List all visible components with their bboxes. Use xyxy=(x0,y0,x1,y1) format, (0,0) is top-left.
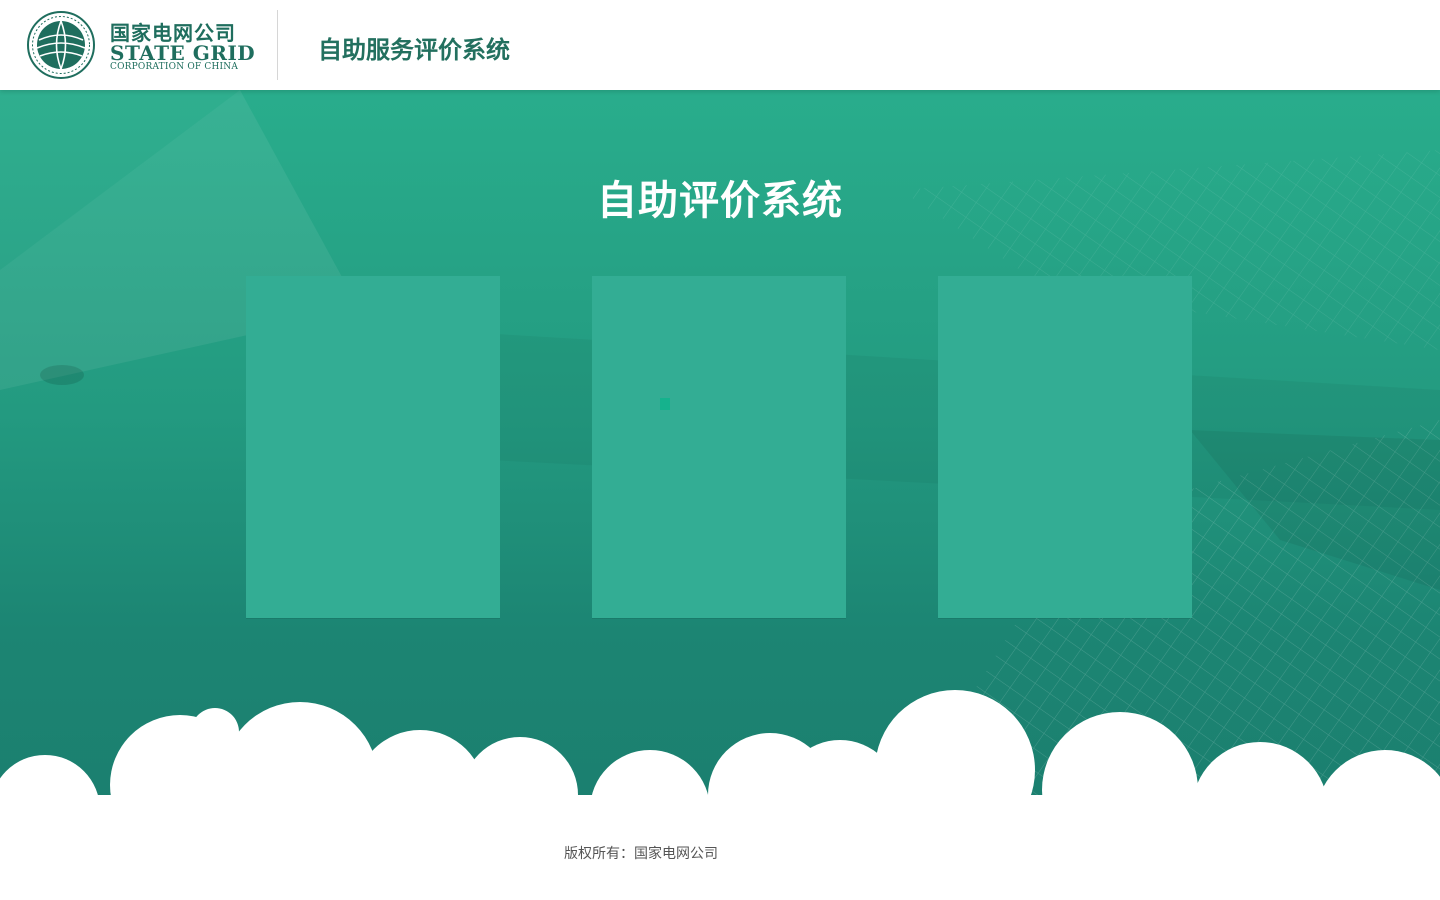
top-header: 国家电网公司 STATE GRID CORPORATION OF CHINA 自… xyxy=(0,0,1440,90)
evaluation-card-3[interactable] xyxy=(938,276,1192,618)
cloud-decoration xyxy=(0,690,1440,820)
state-grid-logo-icon xyxy=(27,11,95,79)
evaluation-card-2[interactable] xyxy=(592,276,846,618)
system-title: 自助评价系统 xyxy=(597,178,843,224)
header-title: 自助服务评价系统 xyxy=(318,36,510,64)
copyright-text: 版权所有：国家电网公司 xyxy=(564,846,718,862)
logo-subtitle-text: CORPORATION OF CHINA xyxy=(110,62,239,72)
footer: 版权所有：国家电网公司 xyxy=(0,810,1440,900)
card-marker xyxy=(660,398,670,410)
header-divider xyxy=(277,10,278,80)
evaluation-card-1[interactable] xyxy=(246,276,500,618)
